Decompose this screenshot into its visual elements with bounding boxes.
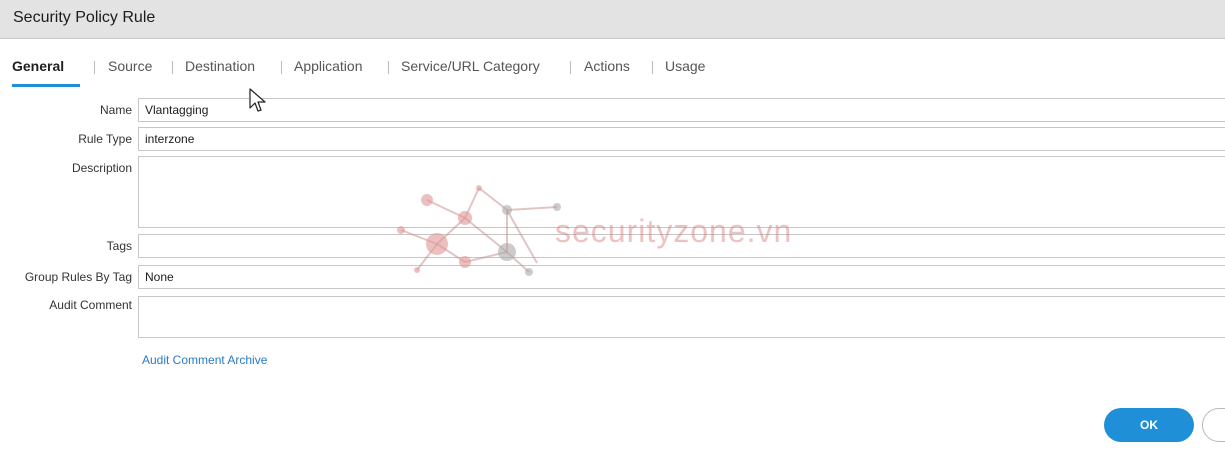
description-label: Description <box>71 161 132 175</box>
tab-separator <box>570 61 571 74</box>
tags-label: Tags <box>106 239 132 253</box>
tags-field[interactable] <box>138 234 1225 258</box>
name-label: Name <box>99 103 132 117</box>
dialog-title: Security Policy Rule <box>13 9 156 26</box>
rule-type-label: Rule Type <box>78 132 132 146</box>
cancel-button[interactable] <box>1202 408 1225 442</box>
audit-comment-label: Audit Comment <box>49 298 132 312</box>
group-rules-by-tag-label: Group Rules By Tag <box>24 270 132 284</box>
tab-general[interactable]: General <box>12 58 80 87</box>
mouse-pointer-icon <box>249 88 266 112</box>
tab-source[interactable]: Source <box>108 58 152 87</box>
audit-comment-textarea[interactable] <box>138 296 1225 338</box>
description-textarea[interactable] <box>138 156 1225 228</box>
tab-separator <box>652 61 653 74</box>
tab-destination[interactable]: Destination <box>185 58 255 87</box>
rule-type-select[interactable]: interzone <box>138 127 1225 151</box>
tab-actions[interactable]: Actions <box>584 58 630 87</box>
tab-separator <box>94 61 95 74</box>
name-field[interactable] <box>138 98 1225 122</box>
audit-comment-archive-link[interactable]: Audit Comment Archive <box>142 353 267 367</box>
tab-separator <box>388 61 389 74</box>
tab-separator <box>281 61 282 74</box>
group-rules-by-tag-select[interactable]: None <box>138 265 1225 289</box>
tab-usage[interactable]: Usage <box>665 58 705 87</box>
tab-separator <box>172 61 173 74</box>
tab-application[interactable]: Application <box>294 58 363 87</box>
dialog-title-bar: Security Policy Rule <box>0 0 1225 39</box>
tab-bar: General Source Destination Application S… <box>12 58 1225 87</box>
ok-button[interactable]: OK <box>1104 408 1194 442</box>
tab-service-url-category[interactable]: Service/URL Category <box>401 58 540 87</box>
